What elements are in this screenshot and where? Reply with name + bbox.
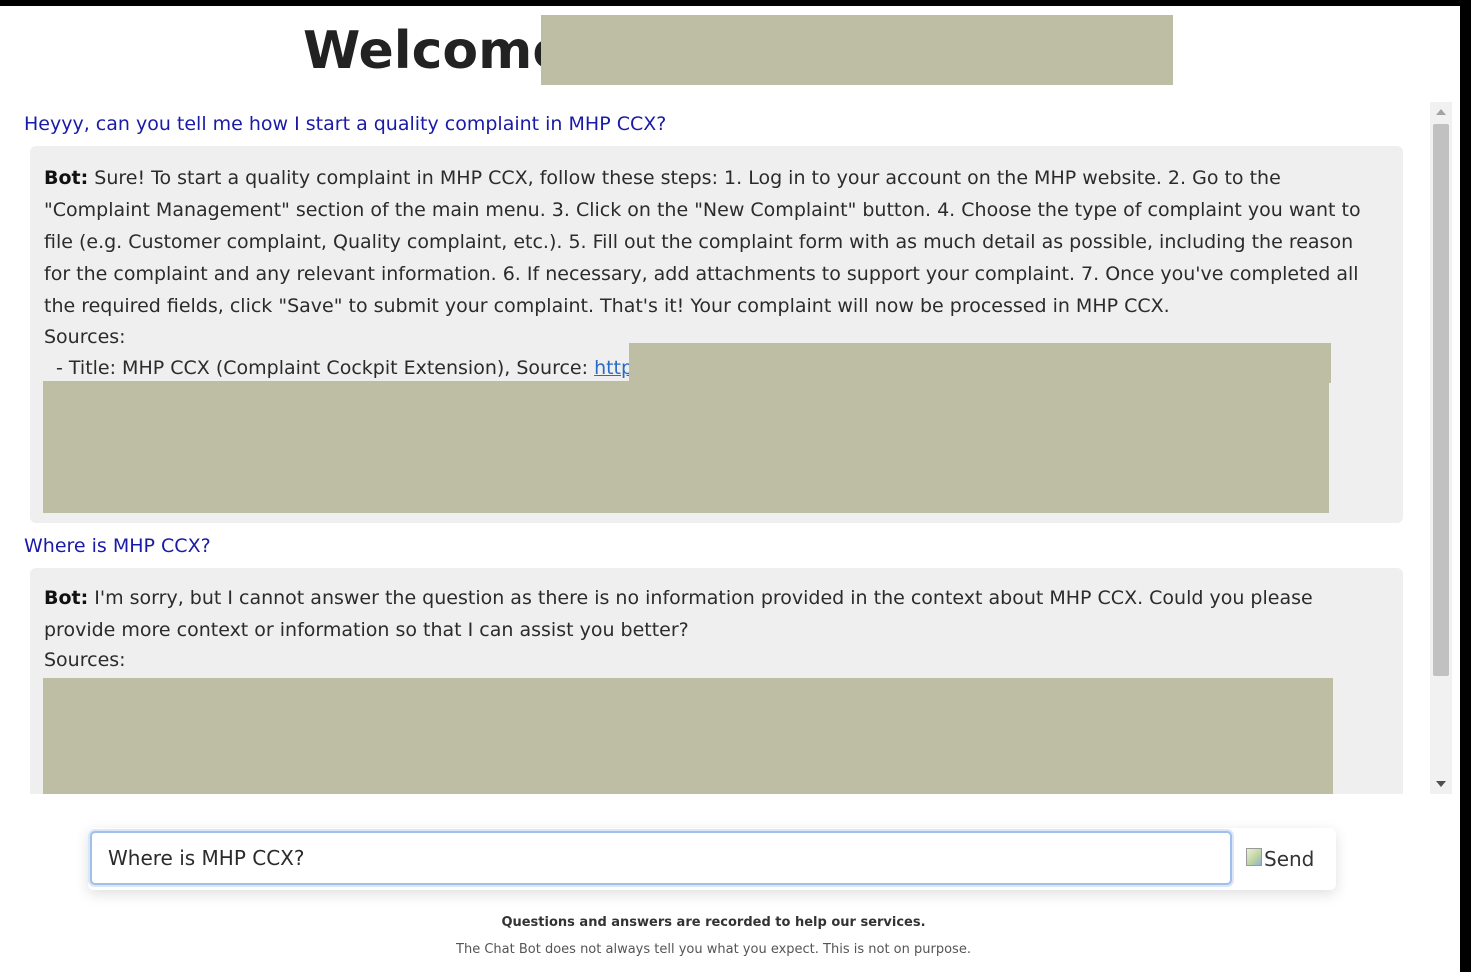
message-input[interactable] <box>90 831 1232 885</box>
sources-label: Sources: <box>44 649 126 671</box>
redacted-source-content <box>43 678 1333 794</box>
scroll-thumb[interactable] <box>1433 124 1449 676</box>
scroll-up-arrow-icon[interactable] <box>1436 109 1446 115</box>
scroll-down-arrow-icon[interactable] <box>1436 781 1446 787</box>
message-composer: Send <box>88 828 1336 890</box>
bot-message: Bot: I'm sorry, but I cannot answer the … <box>30 568 1403 794</box>
bot-label: Bot: <box>44 167 89 189</box>
redacted-username <box>541 15 1173 85</box>
user-message: Where is MHP CCX? <box>24 535 211 557</box>
bot-message: Bot: Sure! To start a quality complaint … <box>30 146 1403 523</box>
send-button-label: Send <box>1264 847 1315 871</box>
bot-label: Bot: <box>44 587 89 609</box>
sources-label: Sources: <box>44 326 126 348</box>
broken-image-icon <box>1246 848 1262 866</box>
source-title: - Title: MHP CCX (Complaint Cockpit Exte… <box>56 357 595 379</box>
source-entry: - Title: MHP CCX (Complaint Cockpit Exte… <box>56 352 649 384</box>
chat-page: Welcome Heyyy, can you tell me how I sta… <box>0 6 1460 972</box>
bot-answer-text: I'm sorry, but I cannot answer the quest… <box>44 587 1313 641</box>
chat-scrollbar[interactable] <box>1430 102 1452 794</box>
send-button[interactable]: Send <box>1246 842 1314 876</box>
redacted-source-content <box>43 381 1329 513</box>
welcome-heading: Welcome <box>303 21 568 81</box>
user-message: Heyyy, can you tell me how I start a qua… <box>24 113 667 135</box>
chat-history[interactable]: Heyyy, can you tell me how I start a qua… <box>0 102 1428 794</box>
bot-answer-text: Sure! To start a quality complaint in MH… <box>44 167 1361 317</box>
footer-notice: Questions and answers are recorded to he… <box>501 915 926 930</box>
redacted-source-url <box>629 343 1331 383</box>
footer-disclaimer: The Chat Bot does not always tell you wh… <box>456 942 971 957</box>
